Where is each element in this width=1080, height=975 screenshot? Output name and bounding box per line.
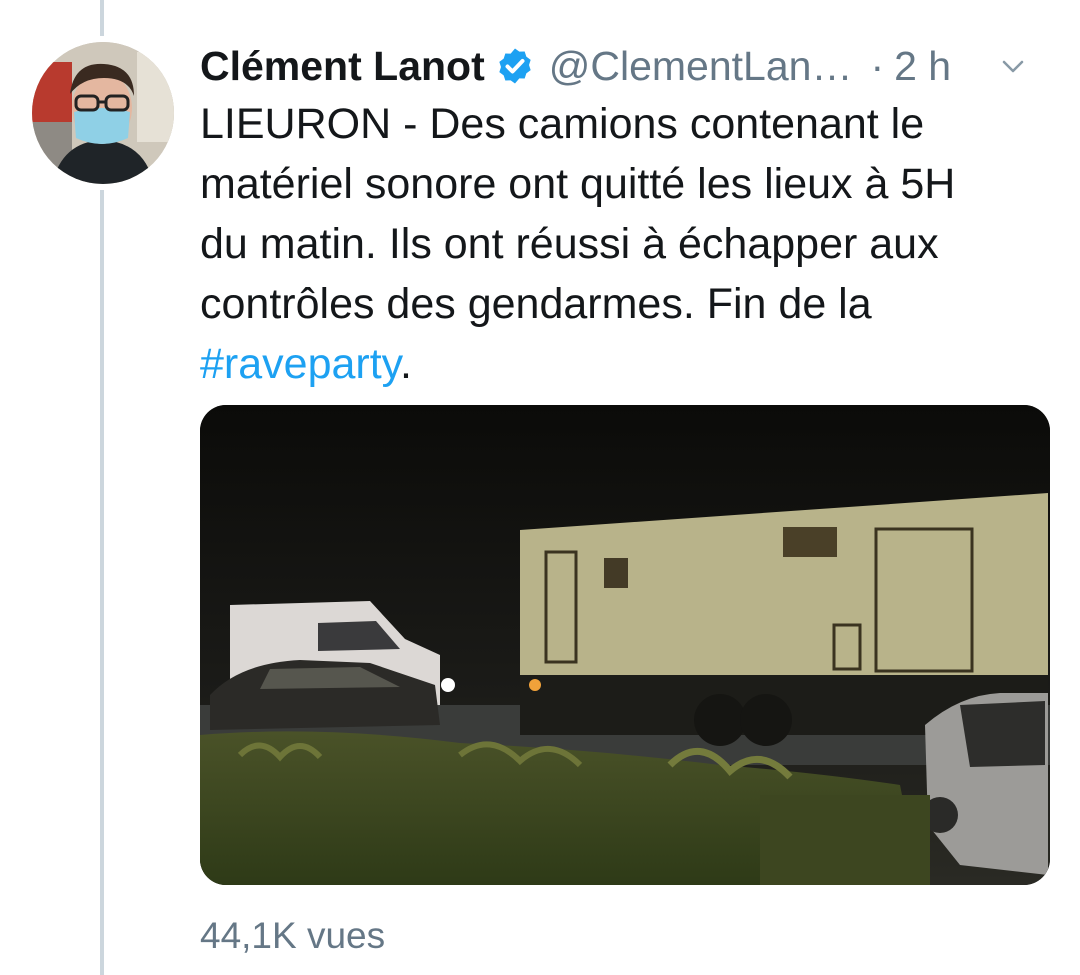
avatar-image: [32, 42, 174, 184]
hashtag-link[interactable]: #raveparty: [200, 340, 400, 388]
separator-dot: ·: [870, 43, 885, 89]
thread-line: [100, 190, 104, 975]
tweet[interactable]: Clément Lanot @ClementLan… · 2 h LIEURON…: [0, 0, 1080, 975]
view-count: 44,1K vues: [200, 915, 386, 956]
tweet-media-video[interactable]: [200, 405, 1050, 885]
tweet-text-line: #raveparty.: [200, 334, 1040, 394]
tweet-text: LIEURON - Des camions contenant le matér…: [200, 94, 1040, 394]
tweet-text-line: matériel sonore ont quitté les lieux à 5…: [200, 160, 956, 208]
timestamp[interactable]: 2 h: [894, 38, 951, 94]
video-frame: [200, 405, 1050, 885]
author-handle[interactable]: @ClementLan…: [549, 38, 853, 94]
author-name[interactable]: Clément Lanot: [200, 38, 485, 94]
tweet-text-end: .: [399, 340, 412, 388]
tweet-text-line: LIEURON - Des camions contenant le: [200, 100, 925, 148]
tweet-text-line: du matin. Ils ont réussi à échapper aux: [200, 220, 939, 268]
verified-badge-icon: [495, 46, 535, 86]
chevron-down-icon[interactable]: [998, 52, 1028, 82]
tweet-header: Clément Lanot @ClementLan… · 2 h: [200, 38, 1060, 94]
tweet-text-line: contrôles des gendarmes. Fin de la: [200, 280, 872, 328]
thread-line: [100, 0, 104, 36]
avatar[interactable]: [32, 42, 174, 184]
